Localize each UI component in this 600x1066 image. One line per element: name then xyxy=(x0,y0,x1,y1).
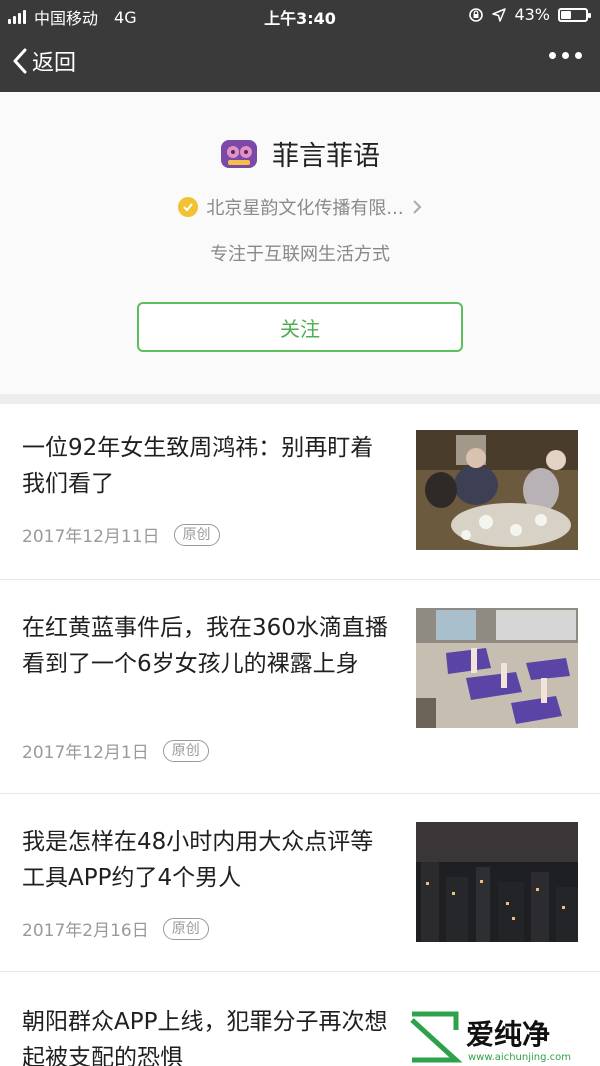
section-divider xyxy=(0,394,600,404)
article-title: 在红黄蓝事件后，我在360水滴直播看到了一个6岁女孩儿的裸露上身 xyxy=(22,615,388,677)
verified-org-link[interactable]: 北京星韵文化传播有限... xyxy=(0,194,600,220)
status-bar: 中国移动 4G 上午3:40 43% xyxy=(0,0,600,30)
battery-percent: 43% xyxy=(514,5,550,24)
article-item[interactable]: 一位92年女生致周鸿祎：别再盯着我们看了 2017年12月11日 原创 xyxy=(0,404,600,580)
original-badge: 原创 xyxy=(162,917,209,940)
battery-icon xyxy=(558,7,591,22)
article-item[interactable]: 在红黄蓝事件后，我在360水滴直播看到了一个6岁女孩儿的裸露上身 2017年12… xyxy=(0,580,600,794)
account-profile: 菲言菲语 北京星韵文化传播有限... 专注于互联网生活方式 关注 xyxy=(0,92,600,394)
watermark-url: www.aichunjing.com xyxy=(468,1052,571,1063)
rotation-lock-icon xyxy=(469,7,484,22)
more-horizontal-icon xyxy=(549,52,556,59)
article-title: 一位92年女生致周鸿祎：别再盯着我们看了 xyxy=(22,435,374,497)
verified-org-name: 北京星韵文化传播有限... xyxy=(206,198,404,219)
verified-check-icon xyxy=(178,197,199,217)
original-badge: 原创 xyxy=(162,739,209,762)
article-thumbnail xyxy=(416,822,578,942)
article-thumbnail xyxy=(416,430,578,550)
account-description: 专注于互联网生活方式 xyxy=(210,244,390,265)
article-item[interactable]: 我是怎样在48小时内用大众点评等工具APP约了4个男人 2017年2月16日 原… xyxy=(0,794,600,972)
article-thumbnail xyxy=(416,608,578,728)
account-logo-icon xyxy=(221,139,257,168)
article-title: 我是怎样在48小时内用大众点评等工具APP约了4个男人 xyxy=(22,829,374,891)
follow-button[interactable]: 关注 xyxy=(137,302,463,352)
nav-bar: 返回 xyxy=(0,30,600,92)
more-options-button[interactable] xyxy=(549,52,582,59)
chevron-right-icon xyxy=(412,200,421,214)
original-badge: 原创 xyxy=(173,523,220,546)
article-date: 2017年12月1日 xyxy=(22,743,149,763)
article-date: 2017年12月11日 xyxy=(22,527,160,547)
account-name: 菲言菲语 xyxy=(272,141,380,172)
back-button[interactable]: 返回 xyxy=(12,42,76,80)
article-date: 2017年2月16日 xyxy=(22,921,149,941)
watermark-logo: 爱纯净 www.aichunjing.com xyxy=(404,1008,600,1066)
location-arrow-icon xyxy=(492,7,507,22)
top-bar: 中国移动 4G 上午3:40 43% 返回 xyxy=(0,0,600,92)
chevron-left-icon xyxy=(13,48,27,74)
article-title: 朝阳群众APP上线，犯罪分子再次想起被支配的恐惧 xyxy=(22,1009,388,1066)
back-label: 返回 xyxy=(32,51,77,76)
watermark-brand: 爱纯净 xyxy=(466,1018,550,1051)
